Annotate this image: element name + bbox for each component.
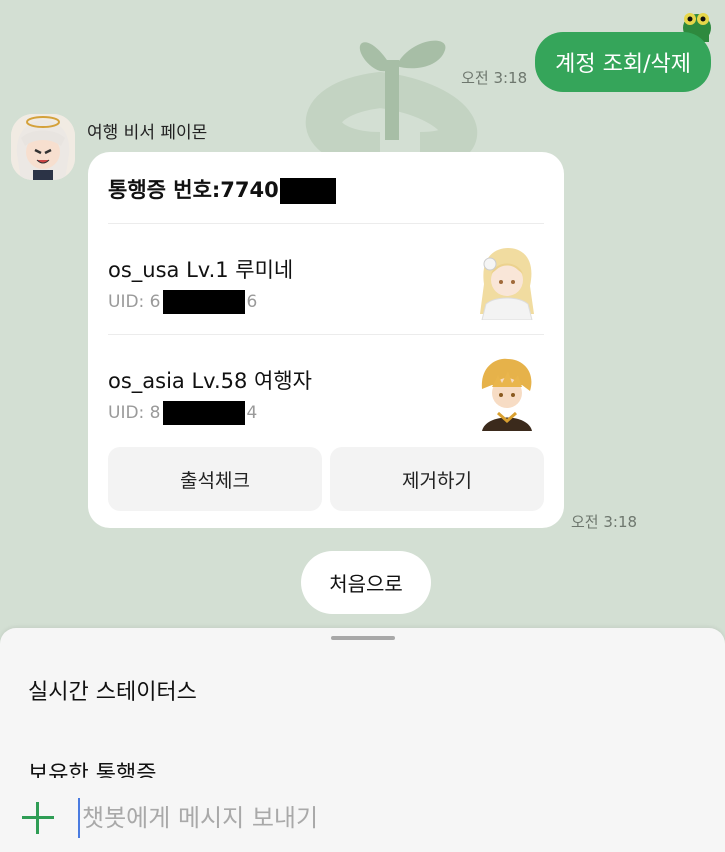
user-message-bubble[interactable]: 계정 조회/삭제 xyxy=(535,32,711,92)
uid-suffix: 4 xyxy=(246,403,258,423)
pass-number-title: 통행증 번호:7740 xyxy=(108,174,336,204)
user-message-row: 오전 3:18 계정 조회/삭제 xyxy=(461,32,711,92)
account-item[interactable]: os_usa Lv.1 루미네 UID: 6 6 xyxy=(88,224,564,334)
account-item[interactable]: os_asia Lv.58 여행자 UID: 8 4 xyxy=(88,335,564,445)
account-name: os_usa Lv.1 루미네 xyxy=(108,258,294,282)
uid-suffix: 6 xyxy=(246,292,258,312)
plus-icon[interactable] xyxy=(20,800,56,836)
message-composer xyxy=(0,778,725,852)
account-uid: UID: 6 6 xyxy=(108,290,257,314)
account-card: 통행증 번호:7740 os_usa Lv.1 루미네 UID: 6 6 os_a… xyxy=(88,152,564,528)
bot-avatar[interactable] xyxy=(11,114,75,180)
remove-button[interactable]: 제거하기 xyxy=(330,447,544,511)
pass-number-label: 통행증 번호:7740 xyxy=(108,178,279,202)
checkin-button[interactable]: 출석체크 xyxy=(108,447,322,511)
message-input[interactable] xyxy=(78,798,682,838)
sheet-grab-handle[interactable] xyxy=(331,636,395,640)
bot-name: 여행 비서 페이몬 xyxy=(87,123,208,143)
user-message-time: 오전 3:18 xyxy=(461,69,528,87)
home-button[interactable]: 처음으로 xyxy=(301,551,431,614)
redaction-block xyxy=(279,178,336,204)
paimon-avatar-icon xyxy=(11,114,75,180)
redaction-block xyxy=(162,290,245,314)
uid-prefix: UID: 8 xyxy=(108,403,161,423)
account-uid: UID: 8 4 xyxy=(108,401,257,425)
redaction-block xyxy=(162,401,245,425)
sheet-item-realtime-status[interactable]: 실시간 스테이터스 xyxy=(28,674,197,706)
uid-prefix: UID: 6 xyxy=(108,292,161,312)
account-name: os_asia Lv.58 여행자 xyxy=(108,369,313,393)
lumine-portrait-icon xyxy=(472,244,542,320)
bot-message-time: 오전 3:18 xyxy=(571,513,638,531)
aether-portrait-icon xyxy=(472,355,542,431)
